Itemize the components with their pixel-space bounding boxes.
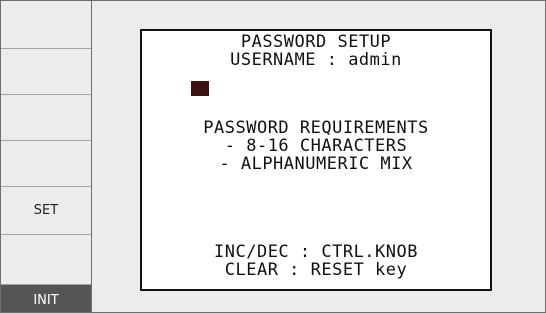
init-softkey[interactable]: INIT: [1, 285, 91, 312]
hint-inc-dec: INC/DEC : CTRL.KNOB: [214, 242, 418, 262]
softkey-4[interactable]: [1, 141, 91, 187]
password-setup-panel: PASSWORD SETUP USERNAME : admin PASSWORD…: [140, 29, 492, 291]
hint-clear: CLEAR : RESET key: [224, 260, 408, 280]
requirement-length: - 8-16 CHARACTERS: [224, 136, 408, 156]
password-entry-cursor[interactable]: [191, 81, 209, 96]
requirements-heading: PASSWORD REQUIREMENTS: [203, 118, 429, 138]
panel-title: PASSWORD SETUP: [240, 32, 392, 52]
username-line: USERNAME : admin: [230, 50, 402, 70]
device-screen: SET INIT PASSWORD SETUP USERNAME : admin…: [0, 0, 546, 313]
set-softkey[interactable]: SET: [1, 187, 91, 235]
softkey-3[interactable]: [1, 95, 91, 141]
softkey-2[interactable]: [1, 49, 91, 95]
softkey-6[interactable]: [1, 235, 91, 285]
softkey-1[interactable]: [1, 1, 91, 49]
requirement-mix: - ALPHANUMERIC MIX: [219, 154, 413, 174]
softkey-column: SET INIT: [1, 1, 92, 312]
